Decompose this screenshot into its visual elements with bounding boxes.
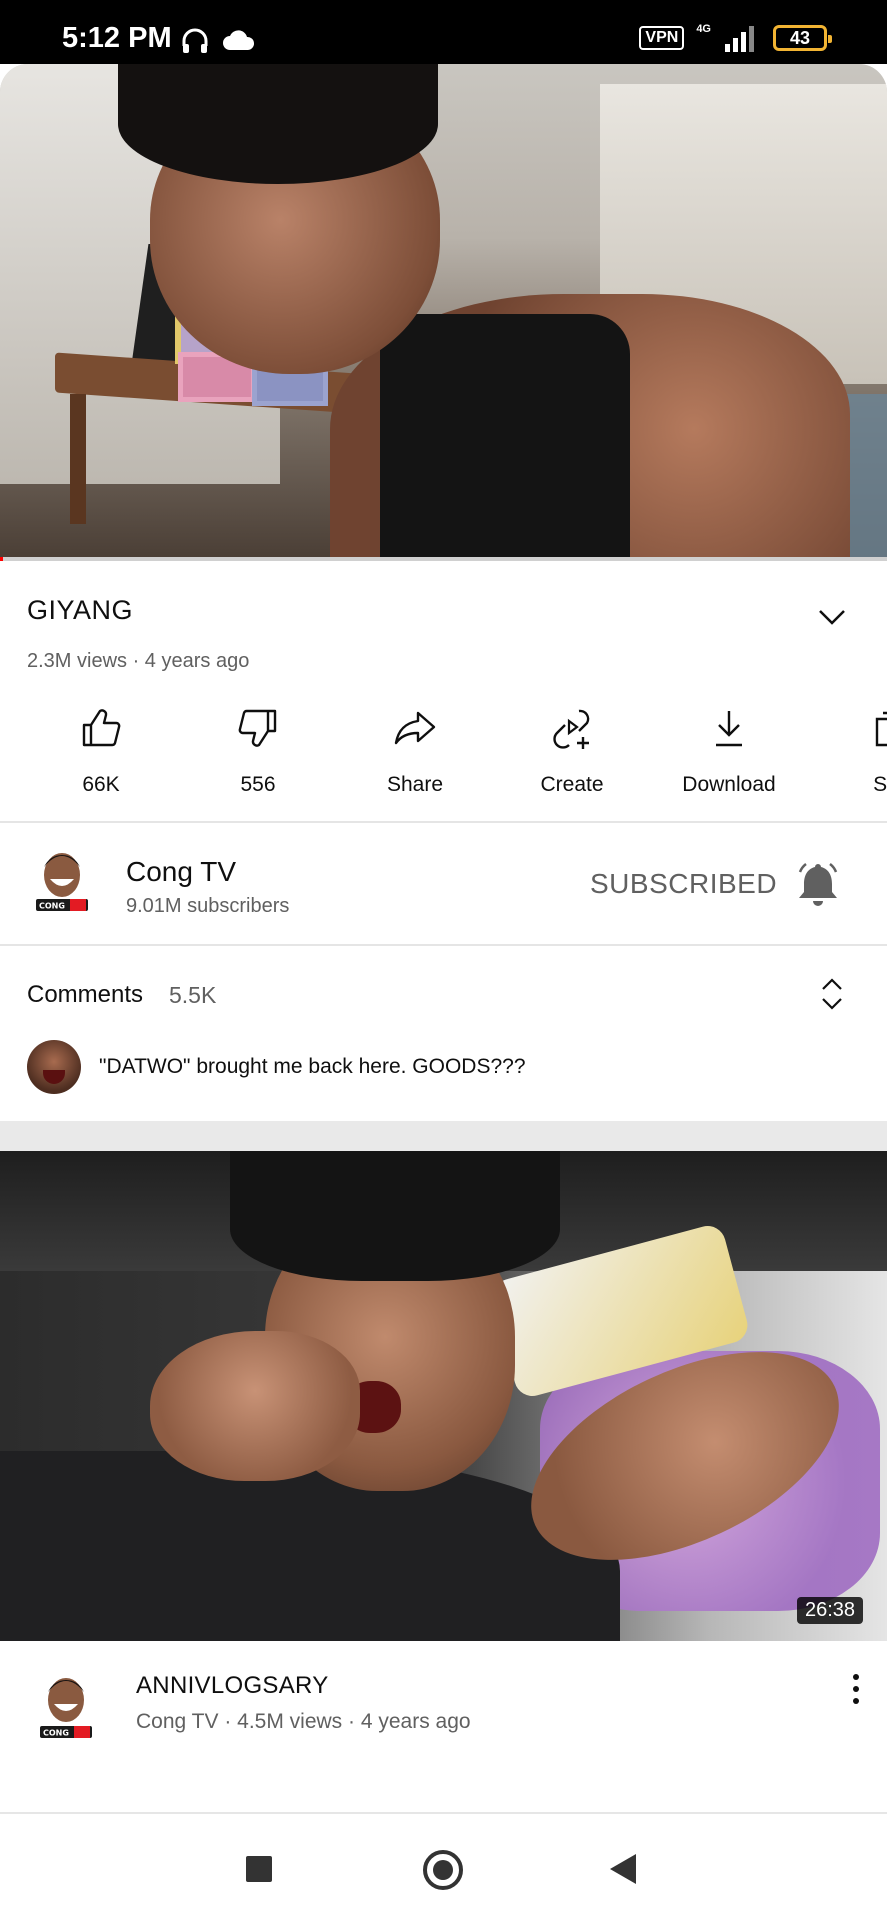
section-separator (0, 1121, 887, 1151)
recents-square-icon[interactable] (246, 1856, 272, 1882)
create-label: Create (540, 773, 604, 796)
create-icon (553, 709, 590, 749)
create-button[interactable]: Create (502, 700, 642, 810)
download-label: Download (682, 773, 776, 796)
video-title[interactable]: GIYANG (27, 595, 133, 626)
signal-icon (725, 26, 754, 52)
share-icon (394, 711, 436, 745)
subscribed-button[interactable]: SUBSCRIBED (590, 868, 777, 900)
scene-person-shirt (0, 1451, 620, 1641)
headset-icon (182, 28, 208, 53)
channel-avatar-image: CONG (36, 853, 88, 911)
like-count: 66K (82, 773, 120, 796)
channel-subscribers: 9.01M subscribers (126, 895, 290, 917)
video-duration-badge: 26:38 (797, 1597, 864, 1624)
scene-person-hair (118, 64, 438, 184)
next-video-title[interactable]: ANNIVLOGSARY (136, 1672, 329, 1700)
next-video-meta: Cong TV · 4.5M views · 4 years ago (136, 1710, 471, 1733)
scene-tank-top (380, 314, 630, 560)
status-time: 5:12 PM (62, 22, 172, 54)
more-vert-icon[interactable] (846, 1672, 866, 1706)
home-circle-icon[interactable] (423, 1850, 463, 1890)
next-video-channel-avatar[interactable]: CONG (38, 1668, 94, 1746)
status-bar: 5:12 PM VPN 4G 43 (0, 0, 887, 64)
video-player[interactable] (0, 64, 887, 560)
vpn-badge: VPN (639, 26, 685, 50)
expand-collapse-icon[interactable] (818, 975, 846, 1013)
download-button[interactable]: Download (659, 700, 799, 810)
save-label: Sa (873, 773, 887, 796)
battery-icon: 43 (773, 25, 832, 51)
save-button[interactable]: Sa (816, 700, 887, 810)
commenter-avatar[interactable] (27, 1040, 81, 1094)
next-avatar-text: CONG (43, 1729, 69, 1738)
scene-person-hand (150, 1331, 360, 1481)
share-label: Share (386, 773, 444, 796)
divider (0, 821, 887, 823)
thumbs-down-icon (238, 709, 277, 747)
scene-table-leg (70, 394, 86, 524)
comments-count: 5.5K (169, 982, 217, 1008)
dislike-count: 556 (240, 773, 276, 796)
channel-avatar[interactable]: CONG (34, 845, 90, 915)
share-button[interactable]: Share (345, 700, 485, 810)
save-icon (875, 711, 887, 747)
divider (0, 944, 887, 946)
next-video-avatar-image: CONG (40, 1678, 92, 1738)
video-meta[interactable]: 2.3M views · 4 years ago (27, 650, 249, 673)
top-comment-text[interactable]: "DATWO" brought me back here. GOODS??? (99, 1055, 526, 1079)
commenter-avatar-detail (43, 1070, 65, 1084)
download-icon (716, 711, 742, 747)
back-triangle-icon[interactable] (610, 1854, 636, 1884)
bell-icon[interactable] (796, 860, 840, 908)
network-type: 4G (696, 23, 711, 35)
channel-avatar-text: CONG (39, 902, 65, 911)
chevron-down-icon[interactable] (812, 602, 852, 632)
next-video-thumbnail[interactable] (0, 1151, 887, 1641)
battery-level: 43 (789, 27, 811, 48)
video-progress-fill (0, 557, 3, 561)
comments-label[interactable]: Comments (27, 981, 143, 1009)
system-nav-bar (0, 1812, 887, 1920)
cloud-icon (223, 30, 255, 50)
like-button[interactable]: 66K (31, 700, 171, 810)
scene-person-cap (230, 1151, 560, 1281)
channel-name[interactable]: Cong TV (126, 856, 236, 888)
status-indicators: VPN 4G 43 (639, 22, 832, 54)
video-actions: 66K 556 Share Create Download Sa (0, 700, 887, 810)
video-progress-bar[interactable] (0, 557, 887, 561)
thumbs-up-icon (82, 709, 121, 747)
dislike-button[interactable]: 556 (188, 700, 328, 810)
